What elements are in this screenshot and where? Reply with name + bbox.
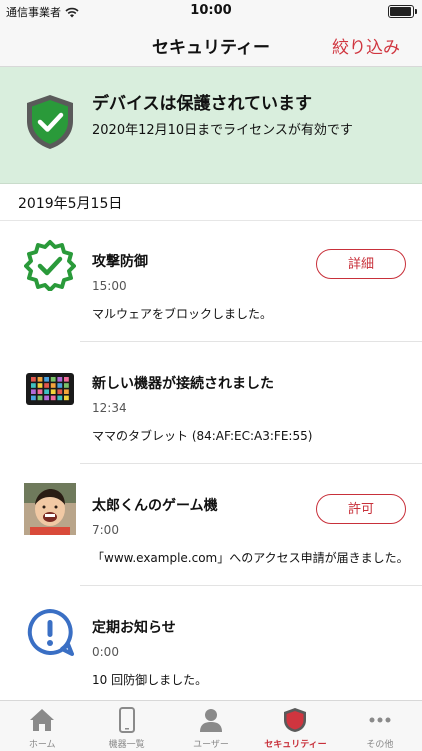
item-time: 15:00 xyxy=(92,279,127,293)
item-description: ママのタブレット (84:AF:EC:A3:FE:55) xyxy=(92,429,313,443)
filter-button[interactable]: 絞り込み xyxy=(332,33,400,58)
license-text: 2020年12月10日までライセンスが有効です xyxy=(92,123,353,138)
more-icon xyxy=(369,717,391,723)
child-avatar xyxy=(24,483,76,535)
list-item: 定期お知らせ 0:00 10 回防御しました。 xyxy=(0,587,422,700)
item-title: 定期お知らせ xyxy=(92,620,176,636)
list-item: 新しい機器が接続されました 12:34 ママのタブレット (84:AF:EC:A… xyxy=(0,343,422,464)
banner-title: デバイスは保護されています xyxy=(92,94,312,114)
tab-devices[interactable]: 機器一覧 xyxy=(84,701,168,751)
item-description: マルウェアをブロックしました。 xyxy=(92,307,273,321)
item-title: 新しい機器が接続されました xyxy=(92,376,274,392)
tab-label: 機器一覧 xyxy=(108,740,145,750)
tab-users[interactable]: ユーザー xyxy=(169,701,253,751)
exclamation-bubble-icon xyxy=(27,609,74,656)
tab-home[interactable]: ホーム xyxy=(0,701,84,751)
item-time: 12:34 xyxy=(92,401,127,415)
date-label: 2019年5月15日 xyxy=(18,196,123,212)
tab-label: ユーザー xyxy=(193,740,229,750)
details-button[interactable]: 詳細 xyxy=(316,249,406,279)
protection-banner: デバイスは保護されています 2020年12月10日までライセンスが有効です xyxy=(0,67,422,184)
allow-button[interactable]: 許可 xyxy=(316,494,406,524)
user-icon xyxy=(200,709,223,732)
shield-check-icon xyxy=(27,95,73,149)
tab-more[interactable]: その他 xyxy=(338,701,422,751)
item-description: 「www.example.com」へのアクセス申請が届きました。 xyxy=(92,551,409,565)
tab-security[interactable]: セキュリティー xyxy=(253,701,337,751)
home-icon xyxy=(30,709,55,731)
tab-label: セキュリティー xyxy=(264,740,327,750)
list-item: 太郎くんのゲーム機 許可 7:00 「www.example.com」へのアクセ… xyxy=(0,465,422,586)
tab-bar: ホーム 機器一覧 ユーザー セキュリティー その他 xyxy=(0,700,422,751)
battery-icon xyxy=(388,5,417,18)
tab-label: その他 xyxy=(366,740,394,750)
tablet-icon xyxy=(26,373,74,405)
phone-icon xyxy=(118,707,135,733)
status-bar: 通信事業者 10:00 xyxy=(0,0,422,22)
shield-icon xyxy=(284,708,307,732)
item-time: 7:00 xyxy=(92,523,119,537)
item-description: 10 回防御しました。 xyxy=(92,673,208,687)
item-title: 太郎くんのゲーム機 xyxy=(92,498,218,514)
list-item: 攻撃防御 詳細 15:00 マルウェアをブロックしました。 xyxy=(0,221,422,342)
item-title: 攻撃防御 xyxy=(92,254,148,270)
tab-label: ホーム xyxy=(28,740,56,750)
date-section-header: 2019年5月15日 xyxy=(0,184,422,221)
item-time: 0:00 xyxy=(92,645,119,659)
navigation-bar: セキュリティー 絞り込み xyxy=(0,22,422,67)
clock: 10:00 xyxy=(190,3,232,18)
badge-check-icon xyxy=(24,240,76,291)
